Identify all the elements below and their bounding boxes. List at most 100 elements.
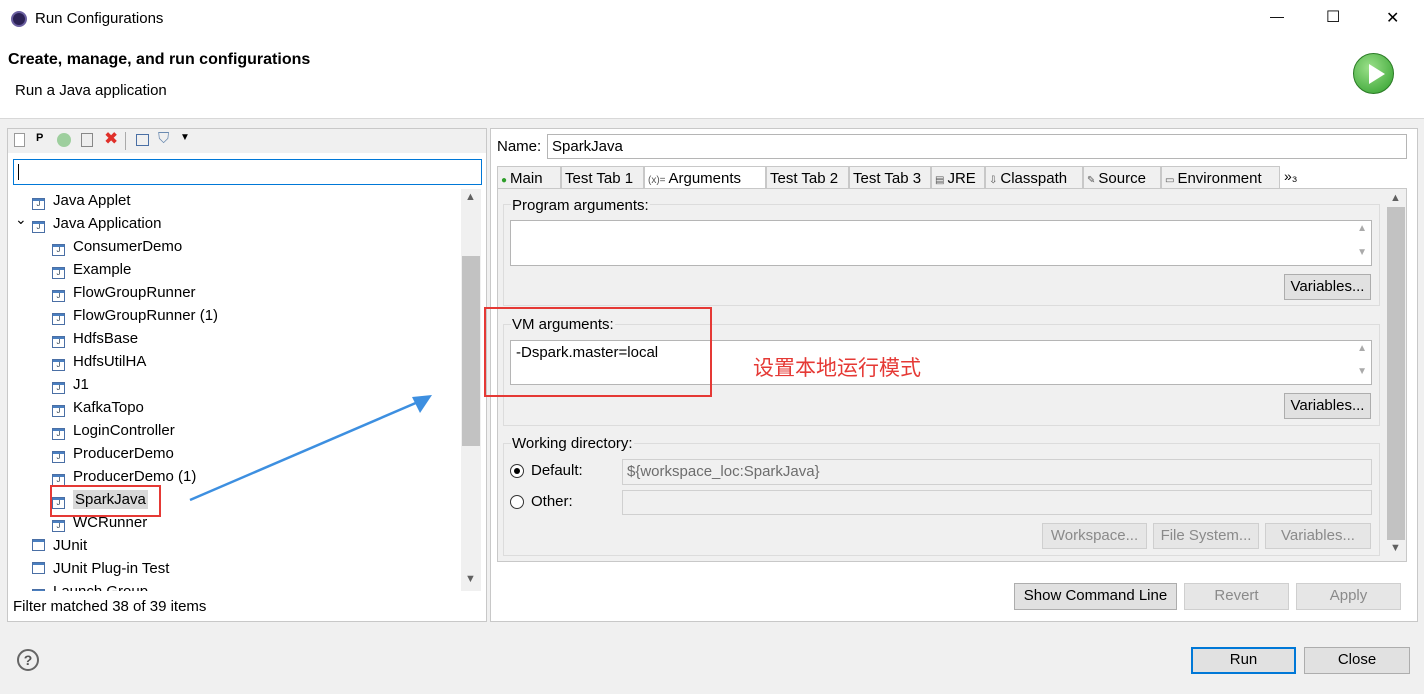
tree-item[interactable]: J Example <box>12 258 131 281</box>
tree-item[interactable]: J LoginController <box>12 419 175 442</box>
new-prototype-icon[interactable]: P <box>36 132 43 144</box>
revert-button[interactable]: Revert <box>1184 583 1289 610</box>
main-icon: ● <box>501 175 508 186</box>
working-directory-label: Working directory: <box>511 435 634 452</box>
other-label: Other: <box>531 493 573 510</box>
name-input[interactable]: SparkJava <box>547 134 1407 159</box>
tab-jre[interactable]: ▤ JRE <box>931 166 985 189</box>
java-application-icon: J <box>32 589 45 591</box>
dialog-subtitle: Run a Java application <box>15 82 167 99</box>
tree-item[interactable]: J ConsumerDemo <box>12 235 182 258</box>
tab-environment[interactable]: ▭ Environment <box>1161 166 1280 189</box>
tree-item-label: KafkaTopo <box>73 399 144 416</box>
tree-item-label: Java Applet <box>53 192 131 209</box>
tree-item[interactable]: J FlowGroupRunner <box>12 281 196 304</box>
program-arguments-input[interactable]: ▲ ▼ <box>510 220 1372 266</box>
scrollbar-thumb[interactable] <box>1387 207 1405 540</box>
tab-arguments[interactable]: (x)= Arguments <box>644 166 766 189</box>
source-icon: ✎ <box>1087 175 1096 186</box>
java-application-icon: J <box>52 313 65 325</box>
filter-input[interactable] <box>13 159 482 185</box>
vm-variables-button[interactable]: Variables... <box>1284 393 1371 419</box>
junit-icon <box>32 539 45 551</box>
workspace-button[interactable]: Workspace... <box>1042 523 1147 549</box>
tab-main[interactable]: ● Main <box>497 166 561 189</box>
tree-item-label: Example <box>73 261 132 278</box>
file-system-button[interactable]: File System... <box>1153 523 1259 549</box>
java-application-icon: J <box>52 359 65 371</box>
help-icon[interactable]: ? <box>17 649 39 671</box>
jre-icon: ▤ <box>935 175 945 186</box>
text-cursor <box>18 164 19 180</box>
delete-icon[interactable]: ✖ <box>104 129 118 149</box>
default-radio[interactable] <box>510 464 524 478</box>
tab-test-tab-1[interactable]: Test Tab 1 <box>561 166 644 189</box>
java-application-icon: J <box>52 290 65 302</box>
working-variables-button[interactable]: Variables... <box>1265 523 1371 549</box>
dialog-title: Create, manage, and run configurations <box>8 51 311 68</box>
scroll-up-icon[interactable]: ▲ <box>1390 192 1401 204</box>
close-window-button[interactable]: ✕ <box>1386 8 1399 28</box>
close-button[interactable]: Close <box>1304 647 1410 674</box>
tree-item[interactable]: J ProducerDemo <box>12 442 174 465</box>
environment-icon: ▭ <box>1165 175 1175 186</box>
tree-item-label: Java Application <box>53 215 162 232</box>
new-configuration-icon[interactable] <box>14 133 25 147</box>
minimize-button[interactable]: — <box>1270 8 1284 24</box>
tree-scrollbar[interactable]: ▲ ▼ <box>461 189 481 591</box>
program-arguments-label: Program arguments: <box>511 197 650 214</box>
java-application-icon: J <box>32 198 45 210</box>
other-radio[interactable] <box>510 495 524 509</box>
scroll-down-icon[interactable]: ▼ <box>465 573 476 585</box>
tree-item[interactable]: J Java Applet <box>12 189 131 212</box>
default-directory-field: ${workspace_loc:SparkJava} <box>622 459 1372 485</box>
tree-item-label: J1 <box>73 376 89 393</box>
apply-button[interactable]: Apply <box>1296 583 1401 610</box>
tab-test-tab-2[interactable]: Test Tab 2 <box>766 166 849 189</box>
java-application-icon: J <box>52 451 65 463</box>
tab-content-scrollbar[interactable]: ▲ ▼ <box>1386 190 1406 560</box>
dropdown-icon[interactable]: ▼ <box>180 132 190 143</box>
duplicate-icon[interactable] <box>57 133 71 147</box>
tab-label: Source <box>1098 170 1146 187</box>
selection-highlight-box <box>50 485 161 517</box>
tab-source[interactable]: ✎ Source <box>1083 166 1161 189</box>
scroll-down-icon[interactable]: ▼ <box>1357 366 1367 377</box>
scroll-up-icon[interactable]: ▲ <box>465 191 476 203</box>
tab-label: Arguments <box>668 170 742 187</box>
tree-item-label: HdfsBase <box>73 330 139 347</box>
tree-item[interactable]: J HdfsUtilHA <box>12 350 146 373</box>
tree-item[interactable]: J KafkaTopo <box>12 396 144 419</box>
program-variables-button[interactable]: Variables... <box>1284 274 1371 300</box>
run-button[interactable]: Run <box>1191 647 1296 674</box>
java-application-icon: J <box>52 405 65 417</box>
export-icon[interactable] <box>81 133 93 147</box>
scroll-up-icon[interactable]: ▲ <box>1357 343 1367 354</box>
maximize-button[interactable]: ☐ <box>1326 7 1340 27</box>
annotation-text: 设置本地运行模式 <box>753 356 921 380</box>
tab-label: Test Tab 3 <box>853 170 922 187</box>
tree-item[interactable]: J J1 <box>12 373 89 396</box>
scroll-up-icon[interactable]: ▲ <box>1357 223 1367 234</box>
show-command-line-button[interactable]: Show Command Line <box>1014 583 1177 610</box>
scroll-down-icon[interactable]: ▼ <box>1357 247 1367 258</box>
tree-item[interactable]: J Launch Group <box>12 580 148 591</box>
tree-item[interactable]: JUnit <box>12 534 87 557</box>
more-tabs-button[interactable]: »₃ <box>1284 168 1298 184</box>
tab-classpath[interactable]: ⇩ Classpath <box>985 166 1083 189</box>
java-application-icon: J <box>52 244 65 256</box>
tree-item[interactable]: J HdfsBase <box>12 327 138 350</box>
java-application-icon: J <box>52 428 65 440</box>
chevron-down-icon[interactable]: ⌄ <box>15 208 27 231</box>
tree-item[interactable]: J FlowGroupRunner (1) <box>12 304 218 327</box>
tree-item[interactable]: ⌄ J Java Application <box>12 211 162 235</box>
tree-item-label: ProducerDemo (1) <box>73 468 197 485</box>
collapse-all-icon[interactable] <box>136 134 149 146</box>
tree-item-label: JUnit Plug-in Test <box>53 560 170 577</box>
scroll-down-icon[interactable]: ▼ <box>1390 542 1401 554</box>
tab-test-tab-3[interactable]: Test Tab 3 <box>849 166 931 189</box>
filter-status: Filter matched 38 of 39 items <box>13 598 207 615</box>
filter-icon[interactable]: ⛉ <box>158 130 169 147</box>
scrollbar-thumb[interactable] <box>462 256 480 446</box>
tree-item[interactable]: JUnit Plug-in Test <box>12 557 169 580</box>
